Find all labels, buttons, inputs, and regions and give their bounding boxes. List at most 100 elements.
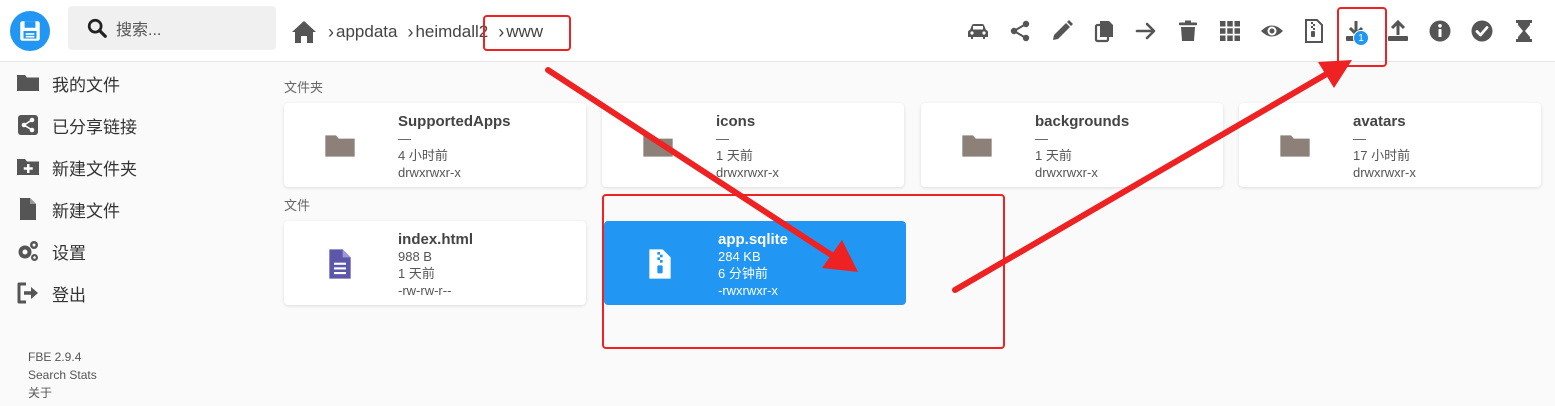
view-mode-button[interactable] [1209,12,1251,50]
sidebar-item-new-file[interactable]: 新建文件 [0,188,270,230]
about-link[interactable]: 关于 [28,384,97,402]
search-placeholder: 搜索... [116,22,162,39]
folder-icon [17,75,39,91]
folder-icon [643,135,673,157]
download-button[interactable]: 1 [1335,12,1377,50]
pencil-icon [1053,20,1073,40]
archive-button[interactable] [1293,12,1335,50]
folder-icon [325,135,355,157]
folder-icon [962,135,992,157]
item-name: app.sqlite [718,231,789,248]
file-archive-icon [1305,19,1323,43]
copy-icon [1094,21,1113,43]
item-name: avatars [1353,113,1406,130]
item-size: — [716,131,729,146]
item-modified: 17 小时前 [1353,148,1411,163]
item-permissions: -rwxrwxr-x [718,283,778,298]
item-size: — [1035,131,1048,146]
search-stats-link[interactable]: Search Stats [28,366,97,384]
toolbar: 1 [957,12,1545,50]
item-size: 988 B [398,249,432,264]
upload-button[interactable] [1377,12,1419,50]
sidebar-item-my-files[interactable]: 我的文件 [0,62,270,104]
item-size: 284 KB [718,249,761,264]
sidebar-footer: FBE 2.9.4 Search Stats 关于 [28,348,97,402]
search-bar[interactable]: 搜索... [68,6,276,50]
file-archive-icon [649,249,671,279]
breadcrumb: › appdata › heimdall2 › www [290,12,543,52]
folder-icon [1280,135,1310,157]
folder-card[interactable]: backgrounds — 1 天前 drwxrwxr-x [921,103,1223,187]
file-listing: 文件夹 SupportedApps — 4 小时前 drwxrwxr-x ico… [284,62,1555,406]
folder-card[interactable]: icons — 1 天前 drwxrwxr-x [602,103,904,187]
sidebar-item-new-folder[interactable]: 新建文件夹 [0,146,270,188]
folder-plus-icon [17,159,39,175]
sidebar-item-label: 已分享链接 [52,117,137,137]
item-modified: 6 分钟前 [718,266,768,281]
app-logo[interactable] [10,11,50,51]
folder-card[interactable]: avatars — 17 小时前 drwxrwxr-x [1239,103,1541,187]
breadcrumb-home[interactable] [290,19,318,45]
arrow-right-icon [1135,22,1156,40]
car-icon [968,24,988,39]
delete-button[interactable] [1167,12,1209,50]
share-square-icon [18,115,38,135]
chevron-right-icon: › [328,21,334,42]
version-text: FBE 2.9.4 [28,350,82,364]
search-icon [87,18,107,38]
download-count-badge: 1 [1353,30,1369,46]
info-icon [1429,20,1451,42]
preview-button[interactable] [1251,12,1293,50]
floppy-disk-icon [20,21,40,41]
grid-icon [1220,21,1240,41]
item-size: — [1353,131,1366,146]
info-button[interactable] [1419,12,1461,50]
item-permissions: drwxrwxr-x [716,165,779,180]
sidebar-item-shared-links[interactable]: 已分享链接 [0,104,270,146]
copy-button[interactable] [1083,12,1125,50]
item-size: — [398,131,411,146]
cogs-icon [18,241,38,261]
chevron-right-icon: › [407,21,414,42]
move-button[interactable] [1125,12,1167,50]
folder-card[interactable]: SupportedApps — 4 小时前 drwxrwxr-x [284,103,586,187]
share-button[interactable] [999,12,1041,50]
item-permissions: drwxrwxr-x [1353,165,1416,180]
file-icon [20,198,36,220]
file-text-icon [329,249,351,279]
home-icon [292,21,316,43]
sidebar-item-label: 我的文件 [52,75,120,95]
select-button[interactable] [1461,12,1503,50]
item-name: index.html [398,231,474,248]
item-modified: 1 天前 [1035,148,1072,163]
item-name: backgrounds [1035,113,1130,130]
sidebar-item-settings[interactable]: 设置 [0,230,270,272]
car-button[interactable] [957,12,999,50]
item-permissions: drwxrwxr-x [398,165,461,180]
item-name: icons [716,113,756,130]
breadcrumb-heimdall2[interactable]: heimdall2 [415,22,488,42]
rename-button[interactable] [1041,12,1083,50]
breadcrumb-appdata[interactable]: appdata [336,22,397,42]
trash-icon [1179,20,1197,41]
check-circle-icon [1471,20,1493,42]
sidebar-item-label: 新建文件夹 [52,159,137,179]
sidebar-item-label: 新建文件 [52,201,120,221]
files-section-title: 文件 [284,198,311,213]
sidebar: 我的文件 已分享链接 新建文件夹 新建文件 设置 登出 FBE 2.9.4 Se… [0,62,270,406]
file-card-selected[interactable]: app.sqlite 284 KB 6 分钟前 -rwxrwxr-x [604,221,906,305]
folders-section-title: 文件夹 [284,80,324,95]
breadcrumb-www[interactable]: www [506,22,543,42]
item-modified: 1 天前 [716,148,753,163]
sidebar-item-label: 设置 [52,243,86,263]
sign-out-icon [17,282,38,304]
app-header: 搜索... › appdata › heimdall2 › www 1 [0,0,1555,62]
file-card[interactable]: index.html 988 B 1 天前 -rw-rw-r-- [284,221,586,305]
chevron-right-icon: › [498,21,505,42]
item-permissions: -rw-rw-r-- [398,283,452,298]
item-name: SupportedApps [398,113,511,130]
item-modified: 4 小时前 [398,148,448,163]
progress-button[interactable] [1503,12,1545,50]
sidebar-item-logout[interactable]: 登出 [0,272,270,314]
item-modified: 1 天前 [398,266,435,281]
